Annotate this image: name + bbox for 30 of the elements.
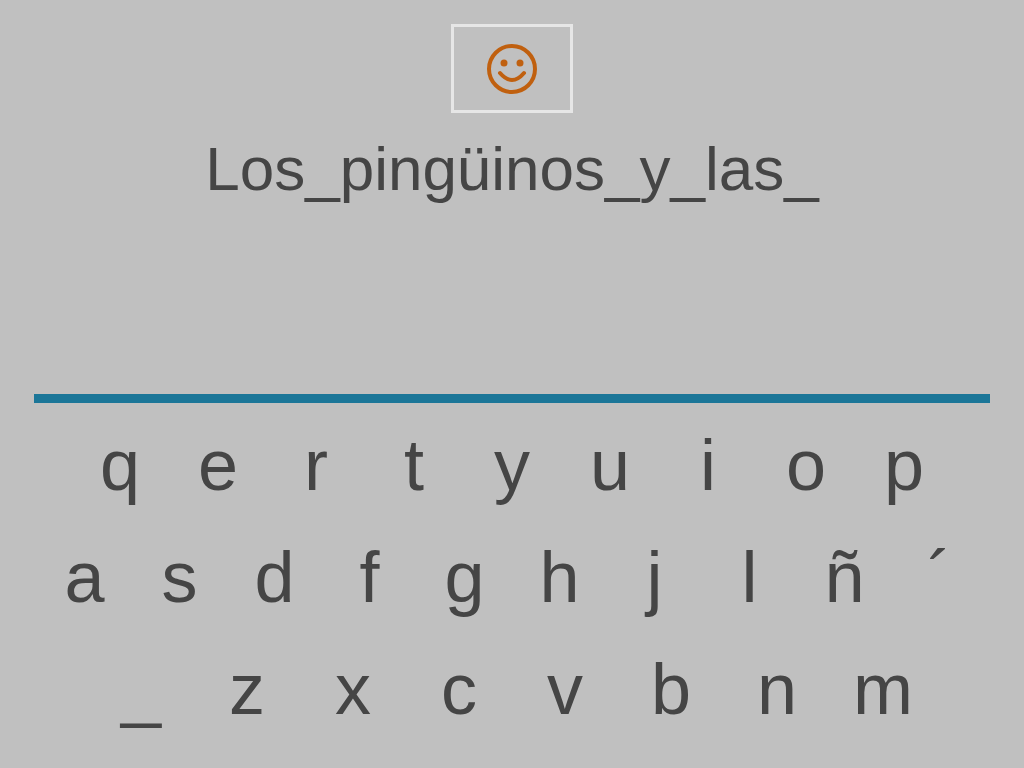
letter-key[interactable]: h	[512, 535, 607, 619]
letter-key[interactable]: e	[169, 423, 267, 507]
letter-key[interactable]: q	[71, 423, 169, 507]
letter-key[interactable]: r	[267, 423, 365, 507]
letter-key[interactable]: ñ	[797, 535, 892, 619]
letter-key[interactable]: o	[757, 423, 855, 507]
letter-key[interactable]: v	[512, 647, 618, 731]
letter-key[interactable]: i	[659, 423, 757, 507]
answer-text: Los_pingüinos_y_las_	[205, 133, 819, 205]
letter-key[interactable]: m	[830, 647, 936, 731]
letter-key[interactable]: s	[132, 535, 227, 619]
letter-key[interactable]: f	[322, 535, 417, 619]
letter-key[interactable]: c	[406, 647, 512, 731]
letter-key[interactable]: t	[365, 423, 463, 507]
smiley-icon	[485, 41, 539, 96]
letter-key[interactable]: ´	[892, 535, 987, 619]
letter-key[interactable]: p	[855, 423, 953, 507]
letter-key[interactable]: d	[227, 535, 322, 619]
letter-key[interactable]: b	[618, 647, 724, 731]
letter-key[interactable]: l	[702, 535, 797, 619]
letter-key[interactable]: _	[88, 647, 194, 731]
letter-key[interactable]: a	[37, 535, 132, 619]
letter-key[interactable]: y	[463, 423, 561, 507]
letter-key[interactable]: z	[194, 647, 300, 731]
letter-key[interactable]: j	[607, 535, 702, 619]
letter-key[interactable]: n	[724, 647, 830, 731]
letter-key[interactable]: g	[417, 535, 512, 619]
letter-key[interactable]: u	[561, 423, 659, 507]
letter-key[interactable]: x	[300, 647, 406, 731]
hint-frame[interactable]	[451, 24, 573, 113]
